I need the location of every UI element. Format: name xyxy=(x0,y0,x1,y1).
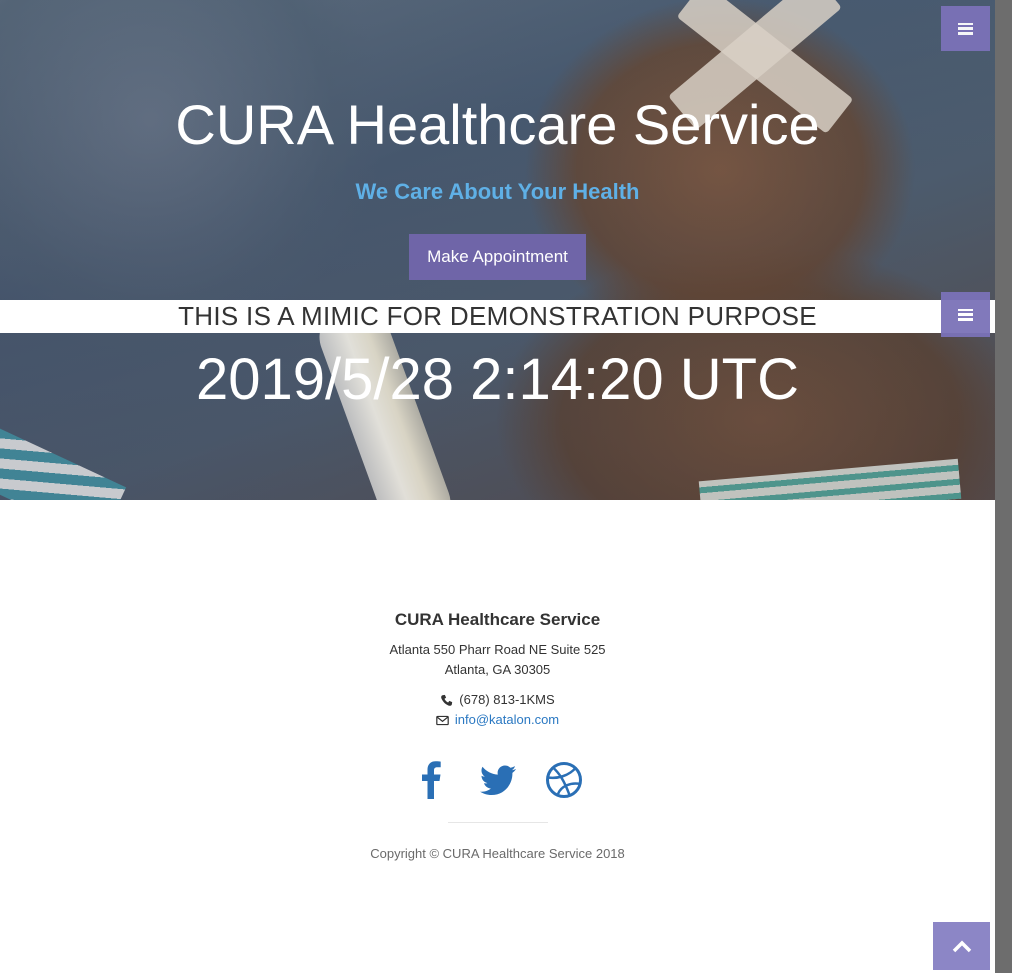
phone-icon xyxy=(441,694,453,706)
email-link[interactable]: info@katalon.com xyxy=(455,711,559,729)
twitter-icon[interactable] xyxy=(479,758,517,800)
menu-toggle-button[interactable] xyxy=(941,292,990,337)
bars-icon xyxy=(958,308,973,321)
demo-notice-text: THIS IS A MIMIC FOR DEMONSTRATION PURPOS… xyxy=(178,301,817,331)
copyright-text: Copyright © CURA Healthcare Service 2018 xyxy=(370,846,625,861)
scroll-to-top-button[interactable] xyxy=(933,922,990,970)
make-appointment-button[interactable]: Make Appointment xyxy=(409,234,586,280)
hero-content: CURA Healthcare Service We Care About Yo… xyxy=(0,0,995,500)
page-scrollbar[interactable] xyxy=(995,0,1012,973)
footer: CURA Healthcare Service Atlanta 550 Phar… xyxy=(0,500,995,973)
hero-title: CURA Healthcare Service xyxy=(175,93,820,156)
social-links xyxy=(0,758,995,800)
address-line: Atlanta 550 Pharr Road NE Suite 525 xyxy=(389,642,606,657)
hero-section: CURA Healthcare Service We Care About Yo… xyxy=(0,0,995,500)
demo-banner: THIS IS A MIMIC FOR DEMONSTRATION PURPOS… xyxy=(0,300,995,333)
clock-display: 2019/5/28 2:14:20 UTC xyxy=(196,347,799,412)
menu-toggle-button[interactable] xyxy=(941,6,990,51)
hero-subtitle: We Care About Your Health xyxy=(355,179,640,204)
phone-number: (678) 813-1KMS xyxy=(459,692,555,707)
footer-title: CURA Healthcare Service xyxy=(394,610,601,629)
footer-divider xyxy=(448,822,548,823)
email-row: info@katalon.com xyxy=(0,711,995,729)
phone-row: (678) 813-1KMS xyxy=(0,691,995,709)
envelope-icon xyxy=(436,715,449,725)
dribbble-icon[interactable] xyxy=(545,758,583,800)
address-line: Atlanta, GA 30305 xyxy=(444,662,551,677)
chevron-up-icon xyxy=(952,940,971,953)
bars-icon xyxy=(958,22,973,35)
facebook-icon[interactable] xyxy=(413,758,451,800)
